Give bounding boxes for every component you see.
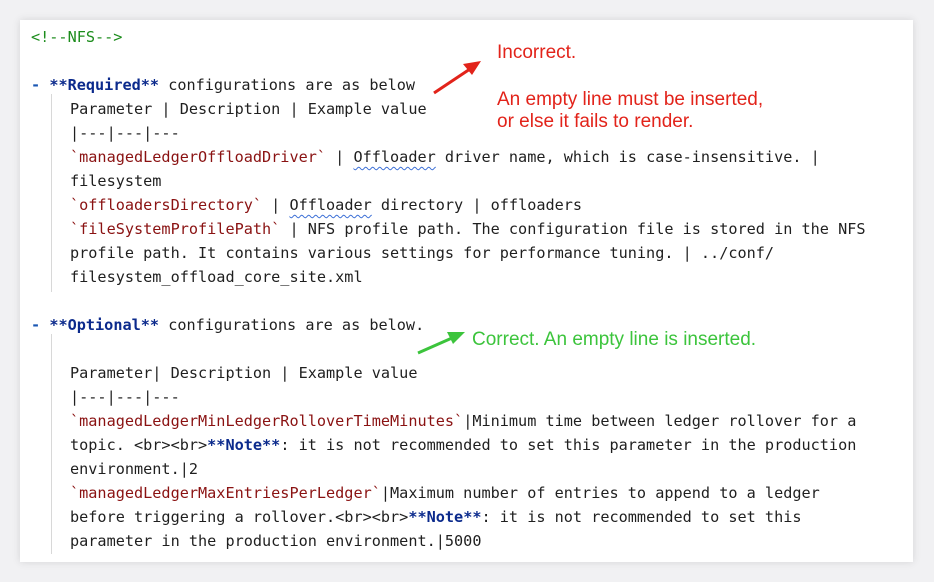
optional-heading-line[interactable]: - **Optional** configurations are as bel… (31, 313, 424, 337)
optional-row-rollover-time-wrap2[interactable]: environment.|2 (70, 457, 198, 481)
indent-guide-optional (51, 334, 52, 554)
optional-row-max-entries[interactable]: `managedLedgerMaxEntriesPerLedger`|Maxim… (70, 481, 820, 505)
note-bold-text: **Note** (408, 508, 482, 526)
row-text: topic. <br><br> (70, 436, 208, 454)
list-dash: - (31, 76, 41, 94)
required-table-header[interactable]: Parameter | Description | Example value (70, 97, 427, 121)
spellcheck-word: Offloader (289, 196, 372, 214)
editor-panel: <!--NFS--> - **Required** configurations… (20, 20, 913, 562)
required-row-profile-path[interactable]: `fileSystemProfilePath` | NFS profile pa… (70, 217, 866, 241)
code-span: `managedLedgerMinLedgerRolloverTimeMinut… (70, 412, 464, 430)
incorrect-annotation-line1: An empty line must be inserted, (497, 89, 764, 110)
optional-row-max-entries-wrap1[interactable]: before triggering a rollover.<br><br>**N… (70, 505, 802, 529)
required-bold-text: **Required** (49, 76, 160, 94)
required-row-offload-driver-wrap[interactable]: filesystem (70, 169, 161, 193)
optional-bold-text: **Optional** (49, 316, 160, 334)
row-text: |Maximum number of entries to append to … (380, 484, 820, 502)
indent-guide-required (51, 94, 52, 292)
optional-row-rollover-time-wrap1[interactable]: topic. <br><br>**Note**: it is not recom… (70, 433, 856, 457)
optional-heading-rest: configurations are as below. (159, 316, 425, 334)
spellcheck-word: Offloader (353, 148, 436, 166)
optional-row-max-entries-wrap2[interactable]: parameter in the production environment.… (70, 529, 481, 553)
row-text: directory | offloaders (371, 196, 583, 214)
row-text: : it is not recommended to set this para… (280, 436, 857, 454)
incorrect-annotation-title: Incorrect. (497, 42, 577, 63)
code-span: `managedLedgerOffloadDriver` (70, 148, 327, 166)
required-row-profile-path-wrap2[interactable]: filesystem_offload_core_site.xml (70, 265, 363, 289)
code-span: `offloadersDirectory` (70, 196, 263, 214)
optional-row-rollover-time[interactable]: `managedLedgerMinLedgerRolloverTimeMinut… (70, 409, 856, 433)
code-span: `managedLedgerMaxEntriesPerLedger` (70, 484, 381, 502)
optional-table-separator[interactable]: |---|---|--- (70, 385, 180, 409)
code-span: `fileSystemProfilePath` (70, 220, 281, 238)
nfs-comment-line[interactable]: <!--NFS--> (31, 25, 122, 49)
cell-separator: | (262, 196, 290, 214)
required-row-offloaders-directory[interactable]: `offloadersDirectory` | Offloader direct… (70, 193, 582, 217)
required-heading-line[interactable]: - **Required** configurations are as bel… (31, 73, 415, 97)
note-bold-text: **Note** (207, 436, 281, 454)
cell-separator: | (326, 148, 354, 166)
optional-table-header[interactable]: Parameter| Description | Example value (70, 361, 417, 385)
required-heading-rest: configurations are as below (159, 76, 416, 94)
correct-annotation: Correct. An empty line is inserted. (472, 329, 757, 350)
required-table-separator[interactable]: |---|---|--- (70, 121, 180, 145)
required-row-offload-driver[interactable]: `managedLedgerOffloadDriver` | Offloader… (70, 145, 820, 169)
required-row-profile-path-wrap1[interactable]: profile path. It contains various settin… (70, 241, 774, 265)
list-dash: - (31, 316, 41, 334)
row-text: |Minimum time between ledger rollover fo… (463, 412, 857, 430)
row-text: driver name, which is case-insensitive. … (435, 148, 820, 166)
incorrect-annotation-line2: or else it fails to render. (497, 111, 694, 132)
row-text: before triggering a rollover.<br><br> (70, 508, 409, 526)
row-text: | NFS profile path. The configuration fi… (280, 220, 866, 238)
row-text: : it is not recommended to set this (481, 508, 802, 526)
